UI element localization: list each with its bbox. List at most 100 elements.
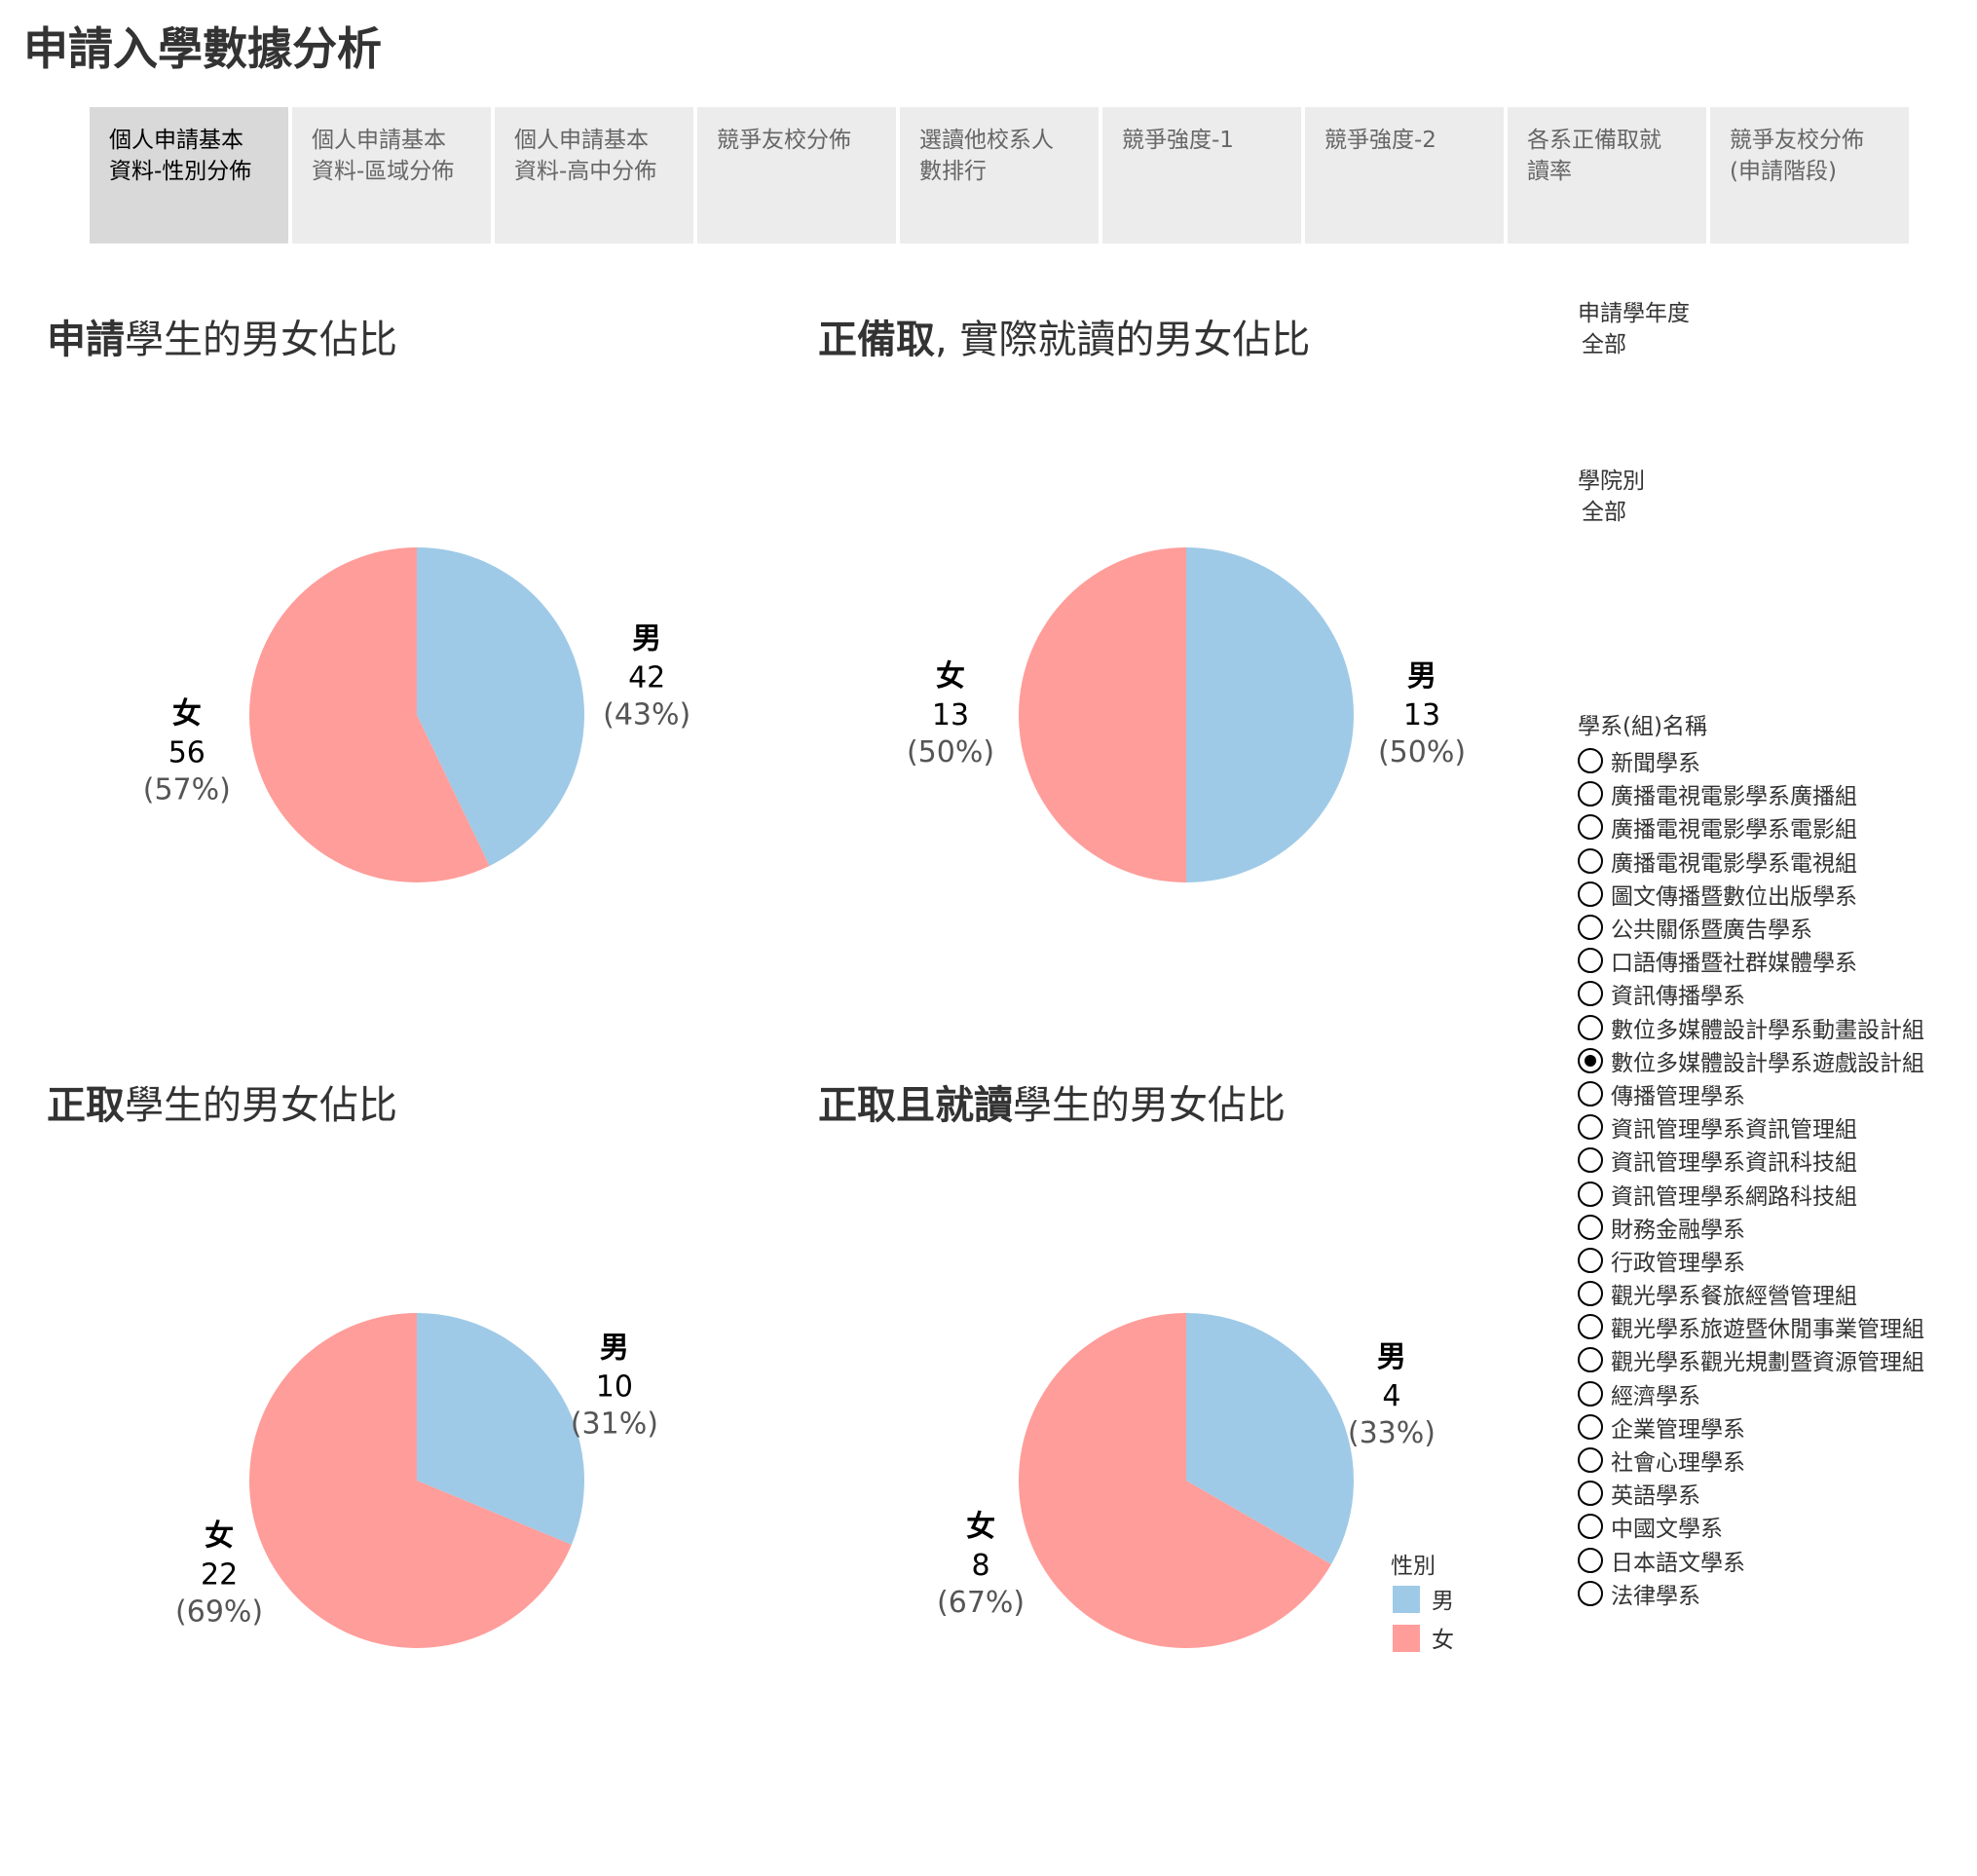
- department-option[interactable]: 資訊管理學系資訊科技組: [1578, 1144, 1948, 1177]
- department-option-label: 數位多媒體設計學系遊戲設計組: [1611, 1050, 1924, 1076]
- pie-chart-2: 男13(50%)女13(50%): [907, 547, 1466, 882]
- department-option-label: 觀光學系旅遊暨休閒事業管理組: [1611, 1317, 1924, 1343]
- radio-button-icon[interactable]: [1578, 1047, 1603, 1073]
- slice-category-label: 男: [632, 621, 661, 656]
- slice-percent-label: (57%): [143, 773, 231, 807]
- radio-button-icon[interactable]: [1578, 1547, 1603, 1573]
- department-option-label: 社會心理學系: [1611, 1450, 1745, 1477]
- legend-title: 性別: [1391, 1554, 1436, 1579]
- slice-percent-label: (67%): [937, 1586, 1025, 1620]
- department-option[interactable]: 資訊傳播學系: [1578, 977, 1948, 1010]
- slice-category-label: 男: [1377, 1340, 1406, 1374]
- pie-charts: 男42(43%)女56(57%)男13(50%)女13(50%)男10(31%)…: [143, 547, 1466, 1653]
- department-option[interactable]: 中國文學系: [1578, 1510, 1948, 1543]
- department-option-label: 財務金融學系: [1611, 1217, 1745, 1243]
- slice-value-label: 13: [932, 698, 969, 732]
- department-option-label: 經濟學系: [1611, 1383, 1700, 1409]
- radio-button-icon[interactable]: [1578, 1247, 1603, 1273]
- radio-button-icon[interactable]: [1578, 1080, 1603, 1107]
- radio-button-icon[interactable]: [1578, 1380, 1603, 1407]
- department-option-label: 廣播電視電影學系電視組: [1611, 850, 1857, 877]
- department-option[interactable]: 經濟學系: [1578, 1377, 1948, 1410]
- radio-button-icon[interactable]: [1578, 814, 1603, 841]
- department-option[interactable]: 日本語文學系: [1578, 1544, 1948, 1577]
- pie-slice-female[interactable]: [1019, 547, 1186, 882]
- department-option[interactable]: 公共關係暨廣告學系: [1578, 911, 1948, 944]
- radio-button-icon[interactable]: [1578, 1447, 1603, 1474]
- slice-category-label: 女: [966, 1510, 995, 1544]
- department-option[interactable]: 觀光學系旅遊暨休閒事業管理組: [1578, 1310, 1948, 1343]
- department-option[interactable]: 社會心理學系: [1578, 1444, 1948, 1477]
- department-option-label: 觀光學系觀光規劃暨資源管理組: [1611, 1350, 1924, 1376]
- slice-percent-label: (31%): [571, 1407, 658, 1441]
- filter-college-label: 學院別: [1578, 469, 1645, 494]
- radio-button-icon[interactable]: [1578, 1413, 1603, 1440]
- radio-button-icon[interactable]: [1578, 1314, 1603, 1340]
- department-option[interactable]: 資訊管理學系資訊管理組: [1578, 1110, 1948, 1144]
- slice-category-label: 女: [172, 697, 202, 732]
- department-option[interactable]: 企業管理學系: [1578, 1410, 1948, 1444]
- slice-value-label: 56: [168, 736, 205, 770]
- department-option[interactable]: 數位多媒體設計學系遊戲設計組: [1578, 1044, 1948, 1077]
- radio-button-icon[interactable]: [1578, 1481, 1603, 1507]
- filter-college-dropdown[interactable]: 全部: [1578, 497, 1948, 528]
- department-option-label: 日本語文學系: [1611, 1550, 1745, 1576]
- radio-button-icon[interactable]: [1578, 948, 1603, 974]
- department-option-label: 法律學系: [1611, 1583, 1700, 1609]
- slice-percent-label: (33%): [1348, 1416, 1436, 1450]
- radio-button-icon[interactable]: [1578, 1114, 1603, 1141]
- pie-chart-1: 男 42(43%) 女 56(57%): [143, 547, 690, 882]
- radio-button-icon[interactable]: [1578, 1347, 1603, 1373]
- department-option[interactable]: 新聞學系: [1578, 744, 1948, 777]
- department-option[interactable]: 廣播電視電影學系電視組: [1578, 844, 1948, 878]
- filter-year-label: 申請學年度: [1578, 301, 1690, 326]
- department-option[interactable]: 廣播電視電影學系廣播組: [1578, 777, 1948, 810]
- department-option[interactable]: 數位多媒體設計學系動畫設計組: [1578, 1011, 1948, 1044]
- radio-button-icon[interactable]: [1578, 1514, 1603, 1540]
- slice-category-label: 男: [600, 1331, 629, 1365]
- department-option[interactable]: 傳播管理學系: [1578, 1077, 1948, 1110]
- department-option[interactable]: 資訊管理學系網路科技組: [1578, 1177, 1948, 1210]
- radio-button-icon[interactable]: [1578, 1147, 1603, 1174]
- department-option-label: 廣播電視電影學系電影組: [1611, 817, 1857, 844]
- slice-value-label: 8: [972, 1549, 990, 1583]
- slice-category-label: 女: [205, 1520, 234, 1554]
- filter-year: 申請學年度 全部: [1578, 298, 1948, 360]
- department-option-label: 公共關係暨廣告學系: [1611, 918, 1812, 944]
- pie-chart-4: 男 4(33%) 女 8(67%): [937, 1313, 1436, 1648]
- radio-button-icon[interactable]: [1578, 781, 1603, 807]
- pie-slice-male[interactable]: [1186, 547, 1354, 882]
- radio-button-icon[interactable]: [1578, 881, 1603, 907]
- department-option[interactable]: 觀光學系餐旅經營管理組: [1578, 1277, 1948, 1310]
- department-option[interactable]: 財務金融學系: [1578, 1211, 1948, 1244]
- tab-9[interactable]: 競爭友校分佈 (申請階段): [1710, 107, 1909, 244]
- radio-button-icon[interactable]: [1578, 981, 1603, 1007]
- slice-value-label: 42: [628, 660, 665, 694]
- radio-button-icon[interactable]: [1578, 1580, 1603, 1606]
- radio-button-icon[interactable]: [1578, 915, 1603, 941]
- legend-label: 男: [1432, 1589, 1454, 1614]
- radio-button-icon[interactable]: [1578, 847, 1603, 874]
- radio-button-icon[interactable]: [1578, 1181, 1603, 1207]
- filter-year-dropdown[interactable]: 全部: [1578, 329, 1948, 360]
- slice-percent-label: (50%): [1378, 735, 1466, 769]
- radio-button-icon[interactable]: [1578, 1214, 1603, 1240]
- department-option[interactable]: 法律學系: [1578, 1577, 1948, 1610]
- department-option[interactable]: 口語傳播暨社群媒體學系: [1578, 944, 1948, 977]
- department-option[interactable]: 觀光學系觀光規劃暨資源管理組: [1578, 1343, 1948, 1376]
- department-option-label: 中國文學系: [1611, 1517, 1723, 1543]
- department-option[interactable]: 英語學系: [1578, 1477, 1948, 1510]
- department-option[interactable]: 廣播電視電影學系電影組: [1578, 810, 1948, 844]
- department-radio-list: 新聞學系 廣播電視電影學系廣播組廣播電視電影學系電影組 廣播電視電影學系電視組 圖文傳…: [1578, 744, 1948, 1610]
- radio-button-icon[interactable]: [1578, 1014, 1603, 1040]
- department-option-label: 資訊管理學系資訊科技組: [1611, 1150, 1857, 1177]
- slice-value-label: 10: [596, 1369, 633, 1404]
- department-option[interactable]: 圖文傳播暨數位出版學系: [1578, 878, 1948, 911]
- radio-button-icon[interactable]: [1578, 1281, 1603, 1307]
- legend-label: 女: [1432, 1628, 1454, 1653]
- radio-button-icon[interactable]: [1578, 748, 1603, 774]
- slice-value-label: 13: [1403, 698, 1440, 732]
- slice-value-label: 22: [201, 1558, 238, 1593]
- department-option-label: 圖文傳播暨數位出版學系: [1611, 883, 1857, 910]
- department-option[interactable]: 行政管理學系: [1578, 1244, 1948, 1277]
